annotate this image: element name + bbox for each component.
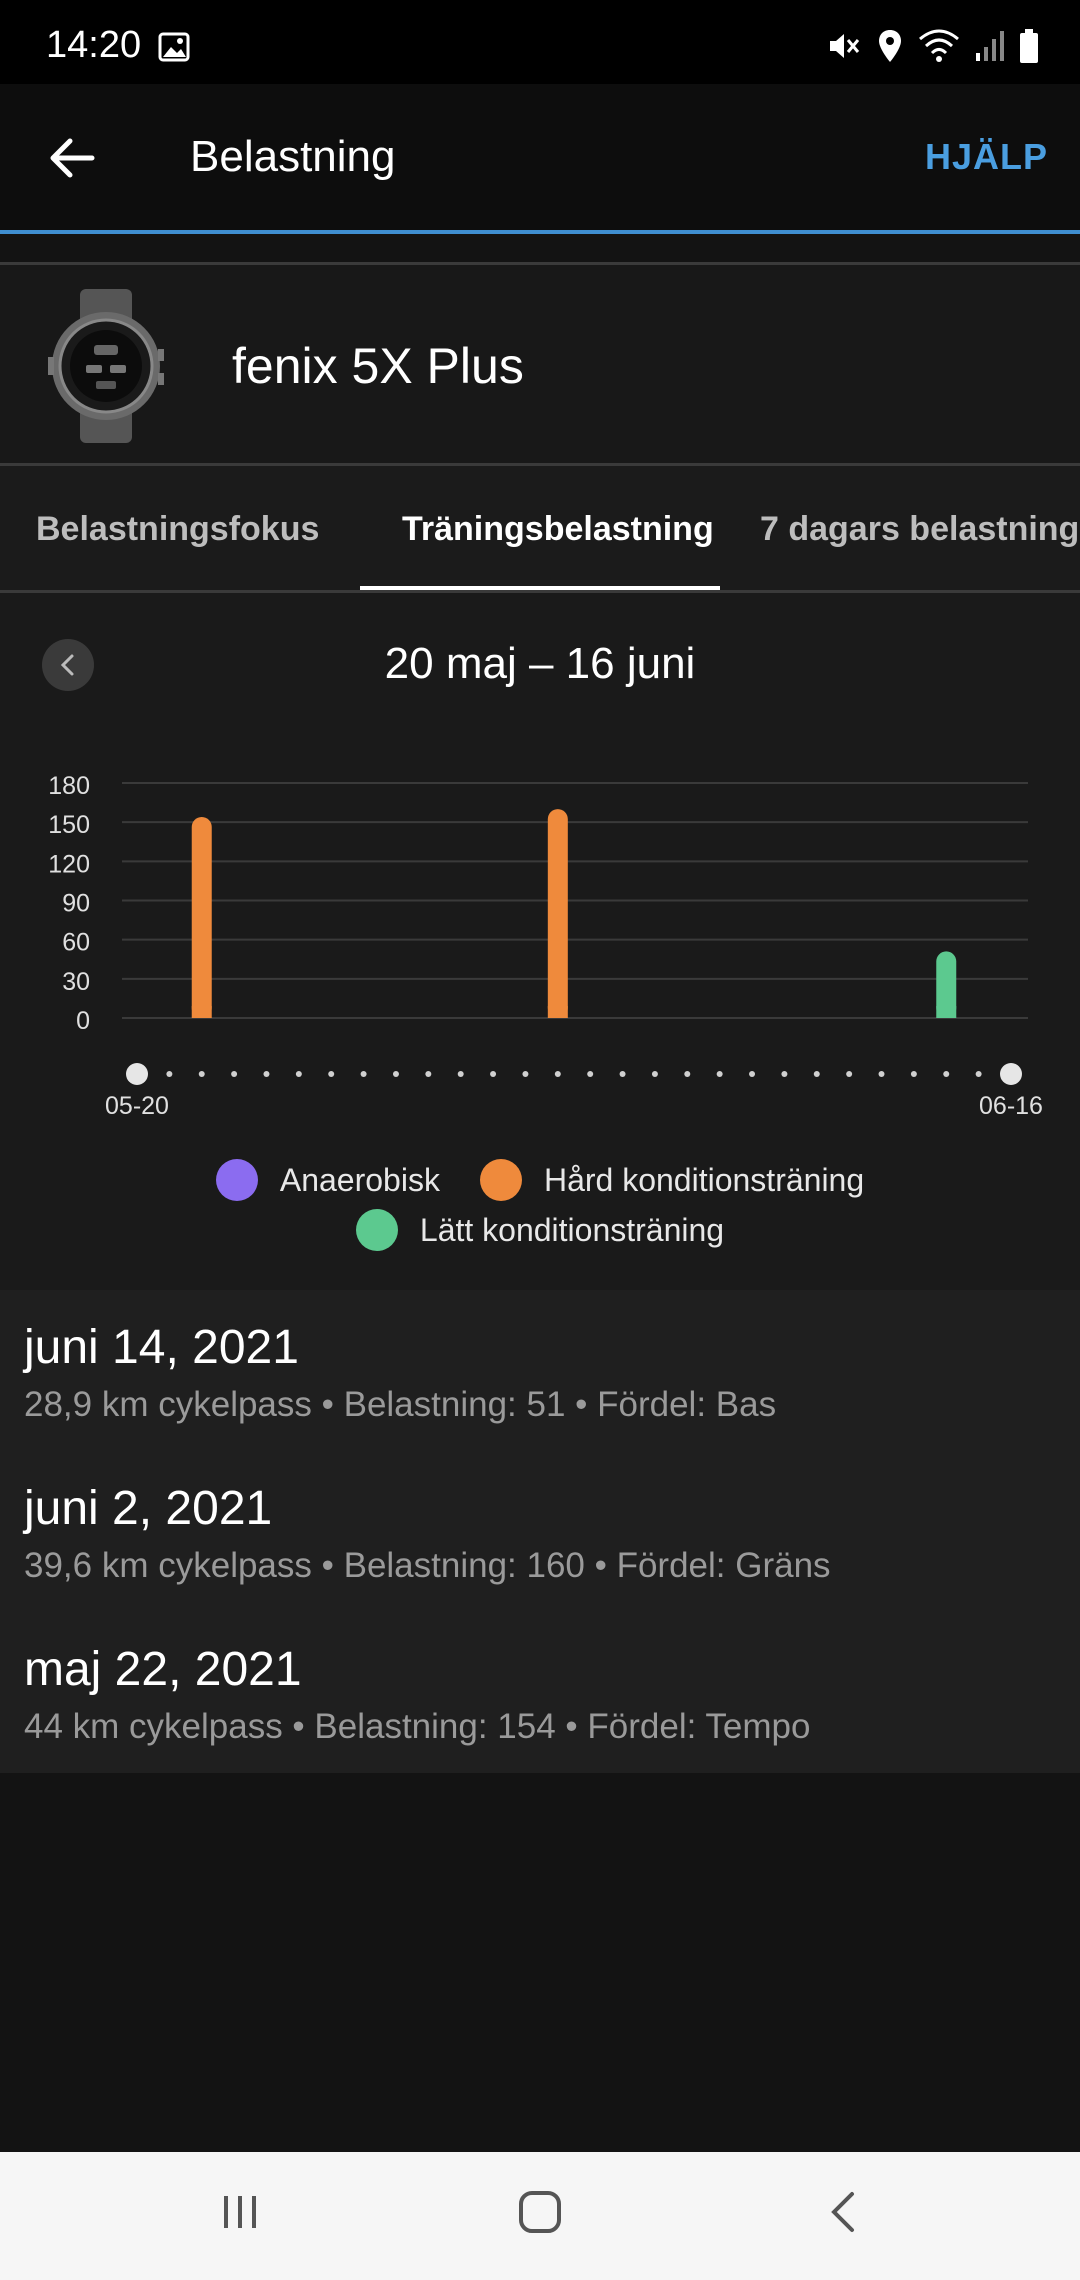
day-dot <box>943 1071 950 1077</box>
y-tick-label: 150 <box>48 811 90 839</box>
axis-end-marker <box>126 1063 148 1085</box>
day-dot <box>425 1071 432 1077</box>
day-dot <box>328 1071 335 1077</box>
legend-item: Hård konditionsträning <box>479 1159 865 1201</box>
help-button[interactable]: HJÄLP <box>925 136 1048 178</box>
tab-belastningsfokus[interactable]: Belastningsfokus <box>36 510 319 549</box>
status-time: 14:20 <box>46 24 142 66</box>
activity-list: juni 14, 2021 28,9 km cykelpass • Belast… <box>0 1290 1080 1773</box>
back-nav-icon[interactable] <box>820 2188 868 2236</box>
app-bar-accent-line <box>0 230 1080 234</box>
day-dot <box>619 1071 626 1077</box>
activity-detail: 44 km cykelpass • Belastning: 154 • Förd… <box>24 1707 811 1746</box>
chart-bar <box>191 816 212 1018</box>
tab-7-dagars-belastning[interactable]: 7 dagars belastning <box>760 510 1079 549</box>
day-dot <box>716 1071 723 1077</box>
legend-dot-anaerobisk <box>215 1159 258 1201</box>
activity-date: juni 2, 2021 <box>24 1482 273 1535</box>
axis-end-marker <box>1000 1063 1022 1085</box>
day-dot <box>231 1071 238 1077</box>
y-tick-label: 30 <box>62 968 90 996</box>
page-title: Belastning <box>190 132 396 181</box>
tab-traningsbelastning[interactable]: Träningsbelastning <box>402 510 714 549</box>
gallery-notification-icon <box>158 32 190 62</box>
y-tick-label: 60 <box>62 929 90 957</box>
y-tick-label: 0 <box>76 1007 90 1035</box>
activity-detail: 39,6 km cykelpass • Belastning: 160 • Fö… <box>24 1546 831 1585</box>
wifi-icon <box>919 29 959 62</box>
x-start-label: 05-20 <box>105 1092 169 1120</box>
y-tick-label: 90 <box>62 890 90 918</box>
day-dot <box>457 1071 464 1077</box>
location-icon <box>879 30 901 62</box>
app-bar: Belastning HJÄLP <box>0 84 1080 232</box>
device-row[interactable]: fenix 5X Plus <box>0 265 1080 463</box>
day-dot <box>781 1071 788 1077</box>
day-dot <box>198 1071 205 1077</box>
day-dot <box>910 1071 917 1077</box>
legend-item: Anaerobisk <box>215 1159 440 1201</box>
watch-image <box>48 289 164 443</box>
chart-legend-row-1: Anaerobisk Hård konditionsträning <box>0 1159 1080 1201</box>
chart-panel: 180 150 120 90 60 30 0 05-20 06-16 20 maj – 16 j… <box>0 593 1080 1290</box>
status-icons <box>826 28 1040 64</box>
legend-dot-latt <box>355 1209 398 1251</box>
signal-icon <box>976 31 1004 61</box>
y-tick-label: 180 <box>48 772 90 800</box>
legend-label: Anaerobisk <box>279 1161 440 1198</box>
legend-label: Lätt konditionsträning <box>419 1211 725 1248</box>
day-dot <box>846 1071 853 1077</box>
date-range: 20 maj – 16 juni <box>384 639 696 688</box>
chart-legend-row-2: Lätt konditionsträning <box>0 1209 1080 1251</box>
day-dot <box>554 1071 561 1077</box>
chart-bar-base <box>547 1006 568 1018</box>
home-icon[interactable] <box>516 2188 564 2236</box>
list-item[interactable]: juni 14, 2021 28,9 km cykelpass • Belast… <box>24 1320 776 1425</box>
day-dot <box>166 1071 173 1077</box>
day-dot <box>975 1071 982 1077</box>
day-dot <box>651 1071 658 1077</box>
list-item[interactable]: maj 22, 2021 44 km cykelpass • Belastnin… <box>24 1642 810 1747</box>
day-dot <box>263 1071 270 1077</box>
activity-date: maj 22, 2021 <box>24 1643 302 1696</box>
back-arrow-icon[interactable] <box>46 132 98 184</box>
legend-label: Hård konditionsträning <box>543 1161 865 1198</box>
day-dot <box>878 1071 885 1077</box>
mute-icon <box>830 34 860 58</box>
activity-detail: 28,9 km cykelpass • Belastning: 51 • För… <box>24 1385 777 1424</box>
device-name: fenix 5X Plus <box>232 338 524 394</box>
x-end-label: 06-16 <box>979 1092 1043 1120</box>
day-dot <box>490 1071 497 1077</box>
day-dot <box>392 1071 399 1077</box>
chart-bar <box>547 809 568 1018</box>
status-bar: 14:20 <box>0 0 1080 84</box>
y-tick-label: 120 <box>48 850 90 878</box>
chart-bar-base <box>936 1006 957 1018</box>
day-dot <box>522 1071 529 1077</box>
day-dot <box>684 1071 691 1077</box>
system-nav-bar <box>0 2152 1080 2280</box>
legend-dot-hard <box>479 1159 522 1201</box>
day-dot <box>813 1071 820 1077</box>
day-dot <box>587 1071 594 1077</box>
day-dot <box>360 1071 367 1077</box>
recent-apps-icon[interactable] <box>216 2188 264 2236</box>
day-dot <box>295 1071 302 1077</box>
chart-bar-base <box>191 1006 212 1018</box>
legend-item: Lätt konditionsträning <box>355 1209 725 1251</box>
day-dot <box>749 1071 756 1077</box>
activity-date: juni 14, 2021 <box>24 1321 299 1374</box>
tab-bar: Belastningsfokus Träningsbelastning 7 da… <box>0 466 1080 592</box>
battery-icon <box>1020 29 1038 63</box>
list-item[interactable]: juni 2, 2021 39,6 km cykelpass • Belastn… <box>24 1481 831 1586</box>
